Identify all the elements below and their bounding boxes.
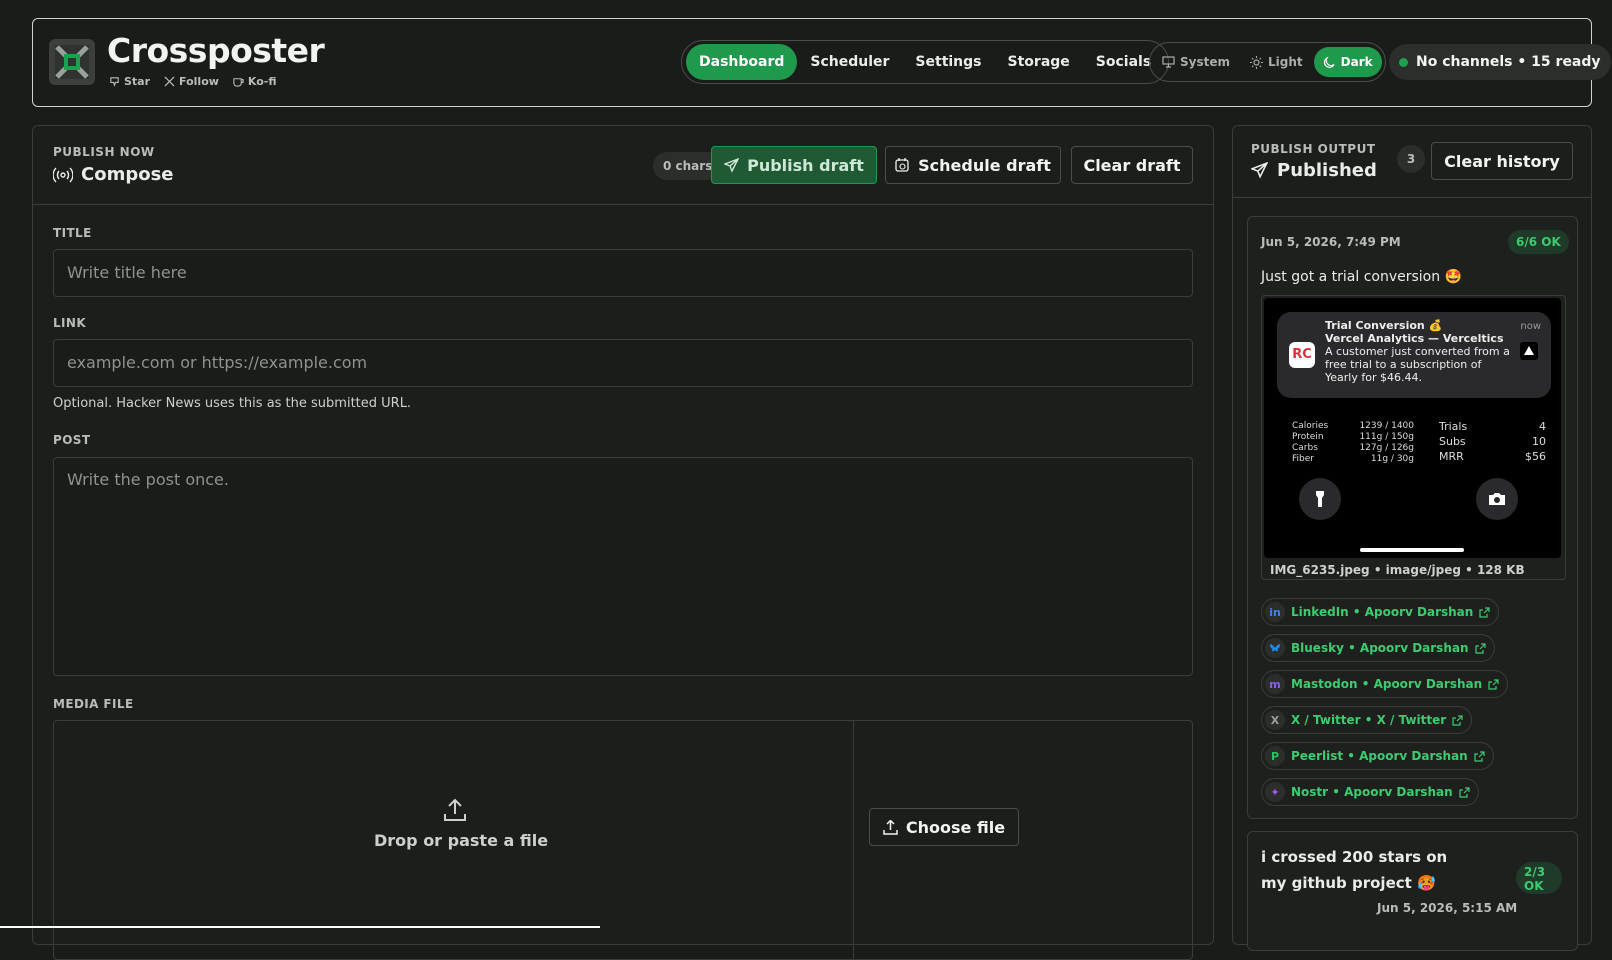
- status-badge: 6/6 OK: [1508, 230, 1569, 254]
- publish-draft-button[interactable]: Publish draft: [711, 146, 877, 184]
- external-link-icon: [1479, 606, 1490, 618]
- upload-icon: [883, 819, 898, 835]
- history-entry: Jun 5, 2026, 7:49 PM 6/6 OK Just got a t…: [1247, 216, 1578, 819]
- sun-icon: [1250, 55, 1263, 69]
- header-links: Star Follow Ko-fi: [109, 75, 277, 88]
- monitor-icon: [1162, 56, 1175, 68]
- nutrition-list: Calories Protein Carbs Fiber: [1292, 421, 1329, 464]
- theme-switcher: System Light Dark: [1149, 42, 1386, 82]
- kofi-link[interactable]: Ko-fi: [233, 75, 277, 88]
- follow-link[interactable]: Follow: [164, 75, 219, 88]
- camera-icon: [1476, 478, 1518, 520]
- send-icon: [724, 157, 740, 173]
- revenuecat-icon: RC: [1289, 342, 1315, 368]
- status-text: No channels • 15 ready: [1416, 54, 1601, 70]
- entry-date: Jun 5, 2026, 5:15 AM: [1377, 901, 1518, 915]
- entry-text: Just got a trial conversion 🤩: [1261, 269, 1463, 285]
- drop-area[interactable]: Drop or paste a file: [54, 721, 854, 959]
- entry-text: i crossed 200 stars on my github project…: [1261, 848, 1448, 892]
- media-label: MEDIA FILE: [53, 697, 134, 711]
- choose-file-button[interactable]: Choose file: [869, 808, 1019, 846]
- stats-values: 4 10 $56: [1525, 420, 1546, 463]
- external-link-icon: [1459, 786, 1470, 798]
- app-logo: [49, 39, 95, 85]
- compose-title: Compose: [53, 164, 174, 185]
- post-textarea[interactable]: Write the post once.: [53, 457, 1193, 676]
- output-title: Published: [1251, 160, 1377, 181]
- app-header: Crossposter Star Follow Ko-fi Dashboard …: [32, 18, 1611, 107]
- x-icon: [164, 76, 175, 87]
- send-icon: [1251, 162, 1268, 179]
- history-count: 3: [1397, 145, 1425, 173]
- external-link-icon: [1474, 750, 1485, 762]
- platform-link-nostr[interactable]: ✦ Nostr • Apoorv Darshan: [1261, 778, 1479, 806]
- channel-status: No channels • 15 ready: [1389, 44, 1611, 80]
- tab-storage[interactable]: Storage: [995, 44, 1083, 80]
- platform-link-x[interactable]: XX / Twitter • X / Twitter: [1261, 706, 1473, 734]
- link-label: LINK: [53, 316, 87, 330]
- link-input[interactable]: example.com or https://example.com: [53, 339, 1193, 387]
- flashlight-icon: [1299, 478, 1341, 520]
- schedule-draft-button[interactable]: Schedule draft: [885, 146, 1061, 184]
- tab-settings[interactable]: Settings: [902, 44, 994, 80]
- platform-link-mastodon[interactable]: m Mastodon • Apoorv Darshan: [1261, 670, 1509, 698]
- external-link-icon: [1474, 642, 1486, 654]
- coffee-icon: [233, 78, 244, 87]
- compose-overline: PUBLISH NOW: [53, 145, 155, 159]
- clear-draft-button[interactable]: Clear draft: [1071, 146, 1193, 184]
- clear-history-button[interactable]: Clear history: [1431, 142, 1573, 180]
- x-icon: X: [1265, 710, 1285, 730]
- external-link-icon: [1452, 714, 1463, 726]
- nutrition-values: 1239 / 1400 111g / 150g 127g / 126g 11g …: [1359, 421, 1414, 464]
- moon-icon: [1323, 55, 1335, 68]
- link-help: Optional. Hacker News uses this as the s…: [53, 396, 412, 411]
- output-header: PUBLISH OUTPUT Published 3 Clear history: [1233, 126, 1591, 198]
- github-icon: [110, 77, 119, 87]
- tab-dashboard[interactable]: Dashboard: [686, 44, 798, 80]
- history-entry: i crossed 200 stars on my github project…: [1247, 831, 1578, 951]
- platform-link-peerlist[interactable]: P Peerlist • Apoorv Darshan: [1261, 742, 1494, 770]
- status-dot: [1399, 57, 1408, 67]
- entry-date: Jun 5, 2026, 7:49 PM: [1261, 235, 1401, 249]
- mastodon-icon: m: [1265, 674, 1285, 694]
- bluesky-icon: [1265, 638, 1285, 658]
- theme-system[interactable]: System: [1153, 47, 1239, 77]
- compose-header: PUBLISH NOW Compose 0 chars Publish draf…: [33, 126, 1213, 205]
- broadcast-icon: [53, 167, 73, 182]
- theme-light[interactable]: Light: [1241, 47, 1312, 77]
- platform-link-linkedin[interactable]: in LinkedIn • Apoorv Darshan: [1261, 598, 1500, 626]
- home-indicator: [1360, 548, 1464, 552]
- status-badge: 2/3 OK: [1516, 862, 1562, 894]
- vercel-icon: [1520, 342, 1538, 360]
- calendar-clock-icon: [895, 157, 909, 172]
- star-link[interactable]: Star: [109, 75, 150, 88]
- external-link-icon: [1488, 678, 1499, 690]
- platform-link-bluesky[interactable]: Bluesky • Apoorv Darshan: [1261, 634, 1495, 662]
- notification-card: RC Trial Conversion 💰 Vercel Analytics —…: [1277, 312, 1551, 398]
- title-input[interactable]: Write title here: [53, 249, 1193, 297]
- stats-list: Trials Subs MRR: [1439, 420, 1468, 463]
- app-name: Crossposter: [107, 31, 325, 70]
- linkedin-icon: in: [1265, 602, 1285, 622]
- main-nav: Dashboard Scheduler Settings Storage Soc…: [681, 40, 1170, 84]
- compose-panel: PUBLISH NOW Compose 0 chars Publish draf…: [32, 125, 1214, 960]
- theme-dark[interactable]: Dark: [1313, 47, 1382, 77]
- drop-text: Drop or paste a file: [374, 831, 549, 850]
- nostr-icon: ✦: [1265, 782, 1285, 802]
- publish-output-panel: PUBLISH OUTPUT Published 3 Clear history…: [1232, 125, 1592, 951]
- title-label: TITLE: [53, 226, 92, 240]
- tab-scheduler[interactable]: Scheduler: [797, 44, 902, 80]
- media-dropzone[interactable]: Drop or paste a file Choose file: [53, 720, 1193, 960]
- output-overline: PUBLISH OUTPUT: [1251, 142, 1376, 156]
- post-label: POST: [53, 433, 91, 447]
- peerlist-icon: P: [1265, 746, 1285, 766]
- file-meta: IMG_6235.jpeg • image/jpeg • 128 KB: [1270, 563, 1525, 577]
- upload-icon: [444, 798, 466, 821]
- media-image: RC Trial Conversion 💰 Vercel Analytics —…: [1264, 298, 1561, 558]
